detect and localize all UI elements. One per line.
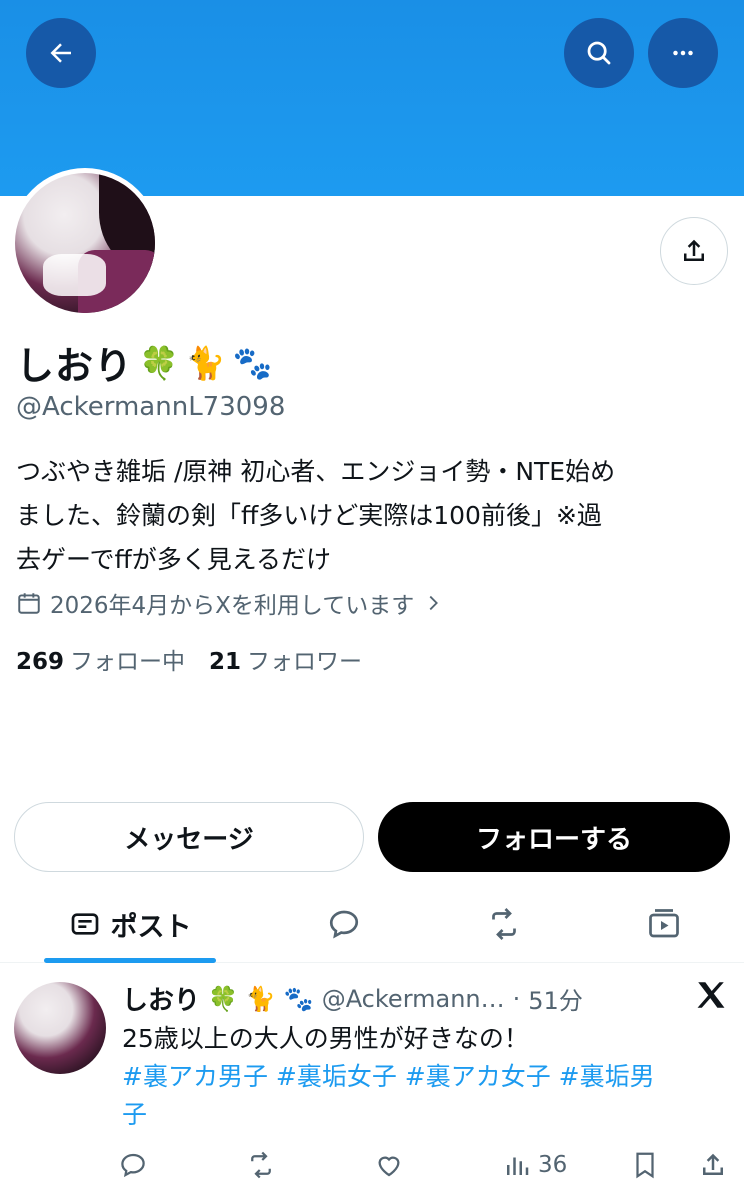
bookmark-button[interactable] bbox=[630, 1150, 660, 1180]
reply-button[interactable] bbox=[118, 1150, 148, 1180]
tab-active-indicator bbox=[44, 958, 216, 963]
views-button[interactable]: 36 bbox=[502, 1150, 567, 1180]
post-share-button[interactable] bbox=[698, 1150, 728, 1180]
post-header: しおり 🍀 🐈 🐾 @Ackermann… · 51分 bbox=[122, 980, 583, 1017]
name-emoji-clover: 🍀 bbox=[139, 343, 180, 382]
like-icon bbox=[378, 1156, 400, 1177]
post-emoji-paw: 🐾 bbox=[283, 984, 314, 1013]
profile-banner bbox=[0, 0, 744, 196]
share-button[interactable] bbox=[660, 217, 728, 285]
tab-media[interactable] bbox=[624, 885, 704, 963]
post-separator: · bbox=[512, 984, 521, 1013]
media-icon bbox=[649, 909, 679, 938]
x-logo-icon[interactable] bbox=[694, 978, 728, 1012]
bio-line: つぶやき雑垢 /原神 初心者、エンジョイ勢・NTE始め bbox=[16, 457, 616, 486]
chevron-right-icon bbox=[429, 595, 439, 611]
share-icon bbox=[703, 1153, 723, 1175]
search-icon bbox=[587, 41, 611, 65]
views-count: 36 bbox=[538, 1152, 568, 1178]
joined-date[interactable]: 2026年4月からXを利用しています bbox=[16, 586, 444, 620]
post-text: 25歳以上の大人の男性が好きなの！ #裏アカ男子 #裏垢女子 #裏アカ女子 #裏… bbox=[122, 1020, 722, 1134]
follow-stats: 269 フォロー中 21 フォロワー bbox=[16, 642, 362, 676]
followers-link[interactable]: 21 フォロワー bbox=[209, 642, 362, 676]
bio-line: ました、鈴蘭の剣「ff多いけど実際は100前後」※過 bbox=[16, 501, 602, 530]
profile-handle: @AckermannL73098 bbox=[16, 392, 286, 422]
post-emoji-clover: 🍀 bbox=[208, 984, 238, 1013]
following-label: フォロー中 bbox=[70, 649, 186, 675]
reply-icon bbox=[121, 1153, 145, 1178]
following-count: 269 bbox=[16, 649, 65, 675]
post-avatar[interactable] bbox=[14, 982, 106, 1074]
more-icon bbox=[673, 50, 693, 56]
joined-text: 2026年4月からXを利用しています bbox=[50, 593, 415, 619]
profile-avatar[interactable] bbox=[10, 168, 160, 318]
post-item[interactable]: しおり 🍀 🐈 🐾 @Ackermann… · 51分 25歳以上の大人の男性が… bbox=[0, 964, 744, 1200]
follow-button[interactable]: フォローする bbox=[378, 802, 730, 872]
bio-line: 去ゲーでffが多く見えるだけ bbox=[16, 545, 331, 574]
posts-tab-icon bbox=[71, 913, 98, 935]
profile-tabs: ポスト bbox=[0, 885, 744, 963]
calendar-icon bbox=[18, 593, 40, 614]
post-time[interactable]: 51分 bbox=[528, 981, 583, 1016]
share-icon bbox=[684, 239, 704, 261]
profile-name-text: しおり bbox=[16, 344, 134, 388]
message-button[interactable]: メッセージ bbox=[14, 802, 364, 872]
post-actions: 36 bbox=[118, 1150, 730, 1190]
post-hashtags-wrap[interactable]: 子 bbox=[122, 1096, 722, 1134]
repost-icon bbox=[251, 1151, 271, 1179]
followers-label: フォロワー bbox=[247, 649, 363, 675]
repost-button[interactable] bbox=[246, 1150, 276, 1180]
back-button[interactable] bbox=[26, 18, 96, 88]
name-emoji-paw: 🐾 bbox=[232, 343, 274, 382]
bookmark-icon bbox=[636, 1152, 654, 1179]
post-author-handle: @Ackermann… bbox=[321, 984, 505, 1013]
post-body: 25歳以上の大人の男性が好きなの！ bbox=[122, 1024, 529, 1053]
repost-icon bbox=[492, 908, 516, 940]
profile-bio: つぶやき雑垢 /原神 初心者、エンジョイ勢・NTE始め ました、鈴蘭の剣「ff多… bbox=[16, 450, 716, 582]
tab-posts[interactable]: ポスト bbox=[44, 885, 216, 963]
name-emoji-cat: 🐈 bbox=[185, 343, 227, 382]
views-icon bbox=[507, 1157, 529, 1175]
post-hashtags[interactable]: #裏アカ男子 #裏垢女子 #裏アカ女子 #裏垢男 bbox=[122, 1058, 722, 1096]
followers-count: 21 bbox=[209, 649, 242, 675]
avatar-image bbox=[15, 173, 155, 313]
reply-icon bbox=[329, 910, 359, 939]
post-author-name[interactable]: しおり bbox=[122, 980, 200, 1017]
search-button[interactable] bbox=[564, 18, 634, 88]
like-button[interactable] bbox=[374, 1150, 404, 1180]
tab-reposts[interactable] bbox=[464, 885, 544, 963]
tab-replies[interactable] bbox=[304, 885, 384, 963]
profile-name: しおり 🍀 🐈 🐾 bbox=[16, 335, 274, 390]
tab-posts-label: ポスト bbox=[110, 911, 192, 943]
following-link[interactable]: 269 フォロー中 bbox=[16, 642, 185, 676]
back-arrow-icon bbox=[50, 43, 71, 63]
post-emoji-cat: 🐈 bbox=[245, 984, 276, 1013]
more-button[interactable] bbox=[648, 18, 718, 88]
